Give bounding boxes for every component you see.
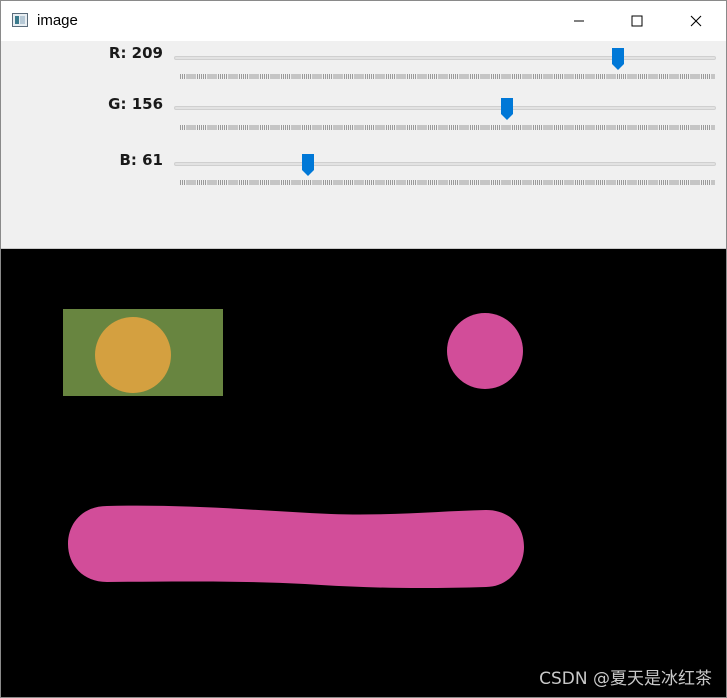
title-bar[interactable]: image xyxy=(1,1,726,41)
trackbar-thumb-b[interactable] xyxy=(301,153,315,177)
image-canvas[interactable]: CSDN @夏天是冰红茶 xyxy=(1,249,726,697)
trackbar-panel: R: 209 G: 156 B: 61 xyxy=(1,41,726,249)
trackbar-label-r: R: 209 xyxy=(108,44,163,62)
trackbar-thumb-r[interactable] xyxy=(611,47,625,71)
minimize-icon xyxy=(574,20,584,22)
window-title: image xyxy=(37,12,78,29)
trackbar-ticks-r xyxy=(180,74,715,79)
minimize-button[interactable] xyxy=(550,1,608,41)
trackbar-ticks-g xyxy=(180,125,715,130)
maximize-button[interactable] xyxy=(608,1,666,41)
maximize-icon xyxy=(631,15,643,27)
trackbar-label-g: G: 156 xyxy=(108,95,163,113)
trackbar-thumb-g[interactable] xyxy=(500,97,514,121)
pink-brush-stroke xyxy=(68,505,524,589)
trackbar-groove-b[interactable] xyxy=(174,162,716,166)
trackbar-groove-g[interactable] xyxy=(174,106,716,110)
app-window: image R: 209 G: 156 B: 61 CSDN @夏天是冰红茶 xyxy=(0,0,727,698)
trackbar-groove-r[interactable] xyxy=(174,56,716,60)
close-button[interactable] xyxy=(667,1,725,41)
trackbar-label-b: B: 61 xyxy=(119,151,163,169)
app-icon xyxy=(12,13,28,27)
trackbar-ticks-b xyxy=(180,180,715,185)
pink-brush-path xyxy=(68,505,524,589)
close-icon xyxy=(690,15,702,27)
watermark-text: CSDN @夏天是冰红茶 xyxy=(539,669,712,689)
